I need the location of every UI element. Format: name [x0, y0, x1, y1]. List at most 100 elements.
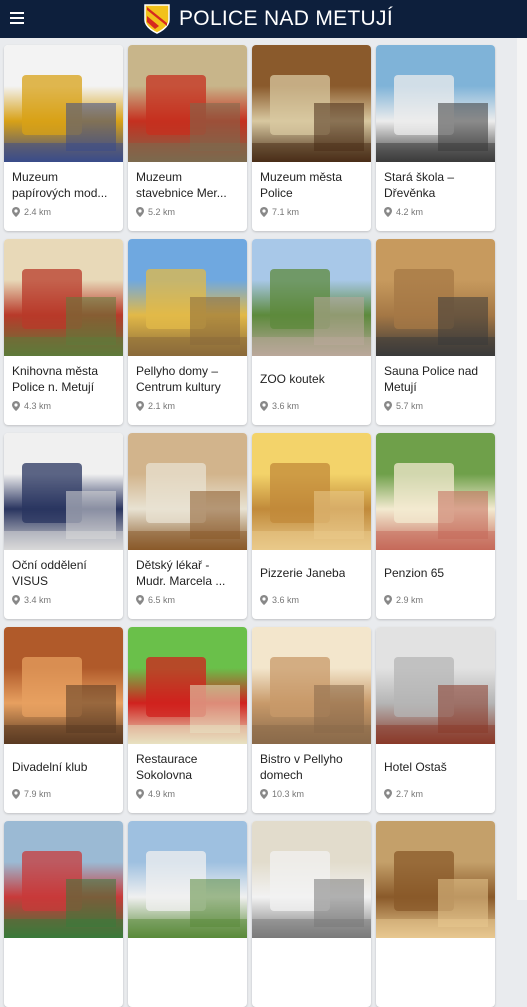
place-distance-text: 2.9 km: [396, 595, 424, 605]
place-card[interactable]: Hotel Ostaš 2.7 km: [376, 627, 495, 813]
place-name: Muzeum papírových mod...: [12, 169, 118, 201]
place-name: ZOO koutek: [260, 363, 366, 395]
place-name-text: Stará škola – Dřevěnka: [384, 170, 455, 200]
place-distance: 5.7 km: [384, 401, 423, 411]
place-photo: [128, 433, 247, 550]
place-name: Knihovna města Police n. Metují: [12, 363, 118, 395]
place-card[interactable]: Muzeum stavebnice Mer... 5.2 km: [128, 45, 247, 231]
place-card[interactable]: Pellyho domy – Centrum kultury 2.1 km: [128, 239, 247, 425]
place-name: Oční oddělení VISUS: [12, 557, 118, 589]
location-pin-icon: [260, 595, 268, 605]
place-name: Pellyho domy – Centrum kultury: [136, 363, 242, 395]
location-pin-icon: [136, 595, 144, 605]
location-pin-icon: [12, 401, 20, 411]
place-card[interactable]: [376, 821, 495, 1007]
scrollbar[interactable]: [517, 38, 527, 900]
place-name-text: Sauna Police nad Metují: [384, 364, 479, 394]
place-name-text: Hotel Ostaš: [384, 760, 447, 774]
location-pin-icon: [260, 789, 268, 799]
place-name: Muzeum stavebnice Mer...: [136, 169, 242, 201]
place-photo: [4, 821, 123, 938]
place-distance: 3.4 km: [12, 595, 51, 605]
place-distance: 4.2 km: [384, 207, 423, 217]
place-photo: [128, 627, 247, 744]
place-photo: [376, 239, 495, 356]
place-distance-text: 5.7 km: [396, 401, 424, 411]
place-distance-text: 6.5 km: [148, 595, 176, 605]
place-name: Hotel Ostaš: [384, 751, 490, 783]
place-distance: 6.5 km: [136, 595, 175, 605]
place-name-text: Pizzerie Janeba: [260, 566, 346, 580]
place-photo: [376, 627, 495, 744]
location-pin-icon: [12, 789, 20, 799]
place-card[interactable]: ZOO koutek 3.6 km: [252, 239, 371, 425]
place-card[interactable]: Stará škola – Dřevěnka 4.2 km: [376, 45, 495, 231]
place-photo: [128, 239, 247, 356]
place-photo: [252, 45, 371, 162]
location-pin-icon: [384, 595, 392, 605]
place-name-text: Muzeum města Police: [260, 170, 343, 200]
place-card[interactable]: Bistro v Pellyho domech 10.3 km: [252, 627, 371, 813]
place-photo: [4, 627, 123, 744]
location-pin-icon: [260, 207, 268, 217]
place-card[interactable]: Sauna Police nad Metují 5.7 km: [376, 239, 495, 425]
hamburger-icon[interactable]: [10, 12, 24, 26]
location-pin-icon: [384, 401, 392, 411]
place-distance: 3.6 km: [260, 401, 299, 411]
place-distance: 7.1 km: [260, 207, 299, 217]
place-distance: 2.4 km: [12, 207, 51, 217]
place-distance: 2.7 km: [384, 789, 423, 799]
app-title: POLICE NAD METUJÍ: [179, 7, 393, 30]
place-photo: [128, 45, 247, 162]
place-distance-text: 7.9 km: [24, 789, 52, 799]
place-card[interactable]: Knihovna města Police n. Metují 4.3 km: [4, 239, 123, 425]
place-distance-text: 4.2 km: [396, 207, 424, 217]
place-name-text: ZOO koutek: [260, 372, 325, 386]
place-name-text: Knihovna města Police n. Metují: [12, 364, 99, 394]
place-distance-text: 3.4 km: [24, 595, 52, 605]
place-card[interactable]: Oční oddělení VISUS 3.4 km: [4, 433, 123, 619]
place-name: Penzion 65: [384, 557, 490, 589]
place-distance-text: 5.2 km: [148, 207, 176, 217]
place-card[interactable]: [4, 821, 123, 1007]
place-photo: [252, 239, 371, 356]
location-pin-icon: [136, 401, 144, 411]
place-card[interactable]: [128, 821, 247, 1007]
place-name: Sauna Police nad Metují: [384, 363, 490, 395]
place-card[interactable]: Pizzerie Janeba 3.6 km: [252, 433, 371, 619]
place-card[interactable]: [252, 821, 371, 1007]
coat-of-arms-icon: [144, 4, 170, 34]
place-photo: [4, 45, 123, 162]
place-card[interactable]: Penzion 65 2.9 km: [376, 433, 495, 619]
place-distance-text: 2.4 km: [24, 207, 52, 217]
location-pin-icon: [136, 789, 144, 799]
place-distance: 3.6 km: [260, 595, 299, 605]
location-pin-icon: [260, 401, 268, 411]
place-name-text: Penzion 65: [384, 566, 445, 580]
place-name: Pizzerie Janeba: [260, 557, 366, 589]
place-photo: [252, 821, 371, 938]
location-pin-icon: [12, 595, 20, 605]
location-pin-icon: [384, 207, 392, 217]
place-name-text: Dětský lékař - Mudr. Marcela ...: [136, 558, 226, 588]
place-photo: [376, 45, 495, 162]
place-card[interactable]: Dětský lékař - Mudr. Marcela ... 6.5 km: [128, 433, 247, 619]
place-distance: 5.2 km: [136, 207, 175, 217]
place-name: Restaurace Sokolovna: [136, 751, 242, 783]
place-photo: [252, 627, 371, 744]
place-distance: 2.1 km: [136, 401, 175, 411]
place-name-text: Pellyho domy – Centrum kultury: [136, 364, 221, 394]
place-name: Divadelní klub: [12, 751, 118, 783]
place-distance: 10.3 km: [260, 789, 304, 799]
place-photo: [376, 433, 495, 550]
place-photo: [4, 433, 123, 550]
place-distance: 4.3 km: [12, 401, 51, 411]
place-distance: 4.9 km: [136, 789, 175, 799]
location-pin-icon: [136, 207, 144, 217]
place-photo: [4, 239, 123, 356]
place-card[interactable]: Muzeum města Police 7.1 km: [252, 45, 371, 231]
place-distance-text: 2.7 km: [396, 789, 424, 799]
place-card[interactable]: Muzeum papírových mod... 2.4 km: [4, 45, 123, 231]
place-card[interactable]: Restaurace Sokolovna 4.9 km: [128, 627, 247, 813]
place-card[interactable]: Divadelní klub 7.9 km: [4, 627, 123, 813]
